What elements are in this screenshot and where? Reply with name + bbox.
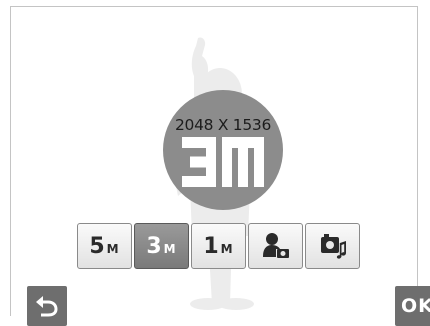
ok-button-label: OK (401, 295, 430, 317)
option-5m[interactable]: 5M (77, 223, 132, 269)
option-3m[interactable]: 3M (134, 223, 189, 269)
person-camera-icon (262, 233, 289, 258)
back-arrow-icon (36, 296, 58, 317)
back-button[interactable] (27, 286, 67, 326)
option-1m[interactable]: 1M (191, 223, 246, 269)
resolution-text: 2048 X 1536 (174, 116, 272, 134)
image-size-options: 5M 3M 1M (77, 223, 375, 269)
option-1m-label: 1M (203, 233, 234, 259)
camera-screen: 2048 X 1536 5M 3M 1M OK (0, 0, 430, 326)
photo-music-icon (320, 234, 346, 259)
option-portrait[interactable] (248, 223, 303, 269)
option-multimedia[interactable] (305, 223, 360, 269)
big-size-label (182, 137, 264, 187)
option-5m-label: 5M (89, 233, 120, 259)
ok-button[interactable]: OK (395, 286, 430, 326)
option-3m-label: 3M (146, 233, 177, 259)
